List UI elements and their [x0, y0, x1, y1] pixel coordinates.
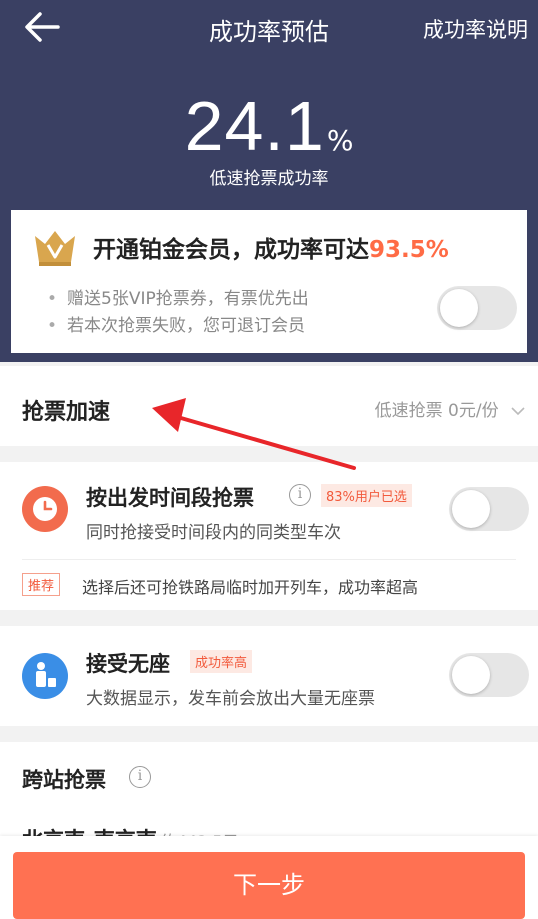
success-rate-explain-link[interactable]: 成功率说明: [423, 14, 528, 44]
speed-section[interactable]: 抢票加速 低速抢票 0元/份: [0, 366, 538, 446]
vip-rate-highlight: 93.5%: [369, 237, 449, 263]
success-rate-label: 低速抢票成功率: [209, 169, 329, 189]
departure-time-toggle[interactable]: [449, 487, 529, 531]
speed-value: 低速抢票 0元/份: [374, 401, 499, 421]
option-title: 接受无座: [86, 652, 170, 676]
vip-card: 开通铂金会员，成功率可达93.5% 赠送5张VIP抢票券，有票优先出 若本次抢票…: [11, 210, 527, 353]
clock-icon: [22, 486, 68, 532]
toggle-knob: [452, 490, 490, 528]
option-description: 大数据显示，发车前会放出大量无座票: [86, 689, 375, 709]
toggle-knob: [440, 289, 478, 327]
speed-selector[interactable]: 低速抢票 0元/份: [375, 396, 526, 421]
divider: [22, 559, 516, 560]
success-rate-unit: %: [326, 124, 354, 157]
speed-title: 抢票加速: [22, 400, 111, 425]
next-step-button[interactable]: 下一步: [13, 852, 525, 919]
vip-benefit-list: 赠送5张VIP抢票券，有票优先出 若本次抢票失败，您可退订会员: [47, 286, 309, 340]
info-icon[interactable]: i: [129, 766, 151, 788]
vip-title-text: 开通铂金会员，成功率可达: [93, 237, 369, 263]
option-badge: 83%用户已选: [321, 484, 412, 507]
option-description: 同时抢接受时间段内的同类型车次: [86, 523, 341, 543]
vip-title: 开通铂金会员，成功率可达93.5%: [93, 230, 449, 264]
departure-time-option: 按出发时间段抢票 i 83%用户已选 同时抢接受时间段内的同类型车次 推荐 选择…: [0, 462, 538, 610]
recommend-tag: 推荐: [22, 573, 61, 596]
info-icon[interactable]: i: [289, 484, 311, 506]
success-rate-value: 24.1: [184, 87, 325, 165]
toggle-knob: [452, 656, 490, 694]
success-rate-display: 24.1%: [0, 86, 538, 166]
option-title: 按出发时间段抢票: [86, 486, 254, 510]
vip-toggle[interactable]: [437, 286, 517, 330]
accept-no-seat-toggle[interactable]: [449, 653, 529, 697]
recommend-text: 选择后还可抢铁路局临时加开列车，成功率超高: [82, 578, 419, 597]
accept-no-seat-option: 接受无座 成功率高 大数据显示，发车前会放出大量无座票: [0, 626, 538, 726]
standing-person-icon: [22, 653, 68, 699]
crown-icon: [35, 231, 75, 266]
chevron-down-icon: [511, 407, 525, 416]
vip-benefit-item: 若本次抢票失败，您可退订会员: [47, 313, 309, 340]
option-badge: 成功率高: [190, 650, 253, 673]
bottom-bar: 下一步: [0, 836, 538, 919]
vip-benefit-item: 赠送5张VIP抢票券，有票优先出: [47, 286, 309, 313]
cross-station-title: 跨站抢票: [22, 768, 106, 792]
